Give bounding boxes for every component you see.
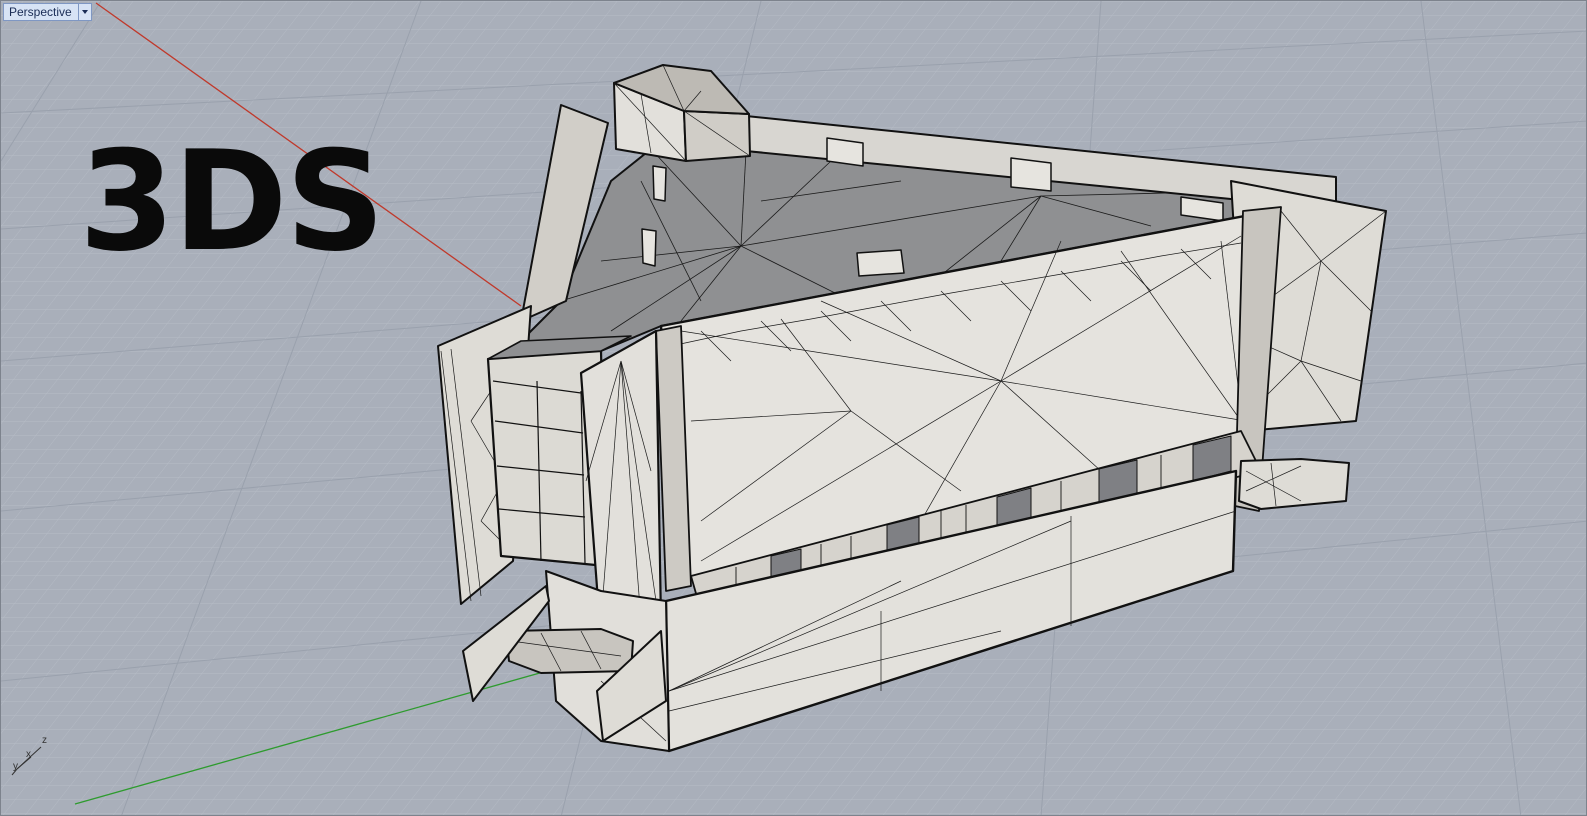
entrance-canopy[interactable] bbox=[505, 628, 634, 674]
viewport-title-tab[interactable]: Perspective bbox=[3, 3, 92, 21]
world-axes-icon: z x y bbox=[11, 735, 47, 776]
axis-label-x: x bbox=[26, 749, 31, 760]
axis-label-z: z bbox=[42, 735, 47, 746]
axis-label-y: y bbox=[13, 761, 18, 772]
perspective-viewport[interactable]: Perspective 3DS z x y bbox=[0, 0, 1587, 816]
format-overlay-text: 3DS bbox=[79, 121, 385, 282]
viewport-menu-arrow-icon[interactable] bbox=[77, 4, 91, 20]
viewport-title[interactable]: Perspective bbox=[4, 4, 78, 20]
right-terrace[interactable] bbox=[1238, 458, 1350, 510]
stair-tower-side[interactable] bbox=[683, 110, 751, 162]
